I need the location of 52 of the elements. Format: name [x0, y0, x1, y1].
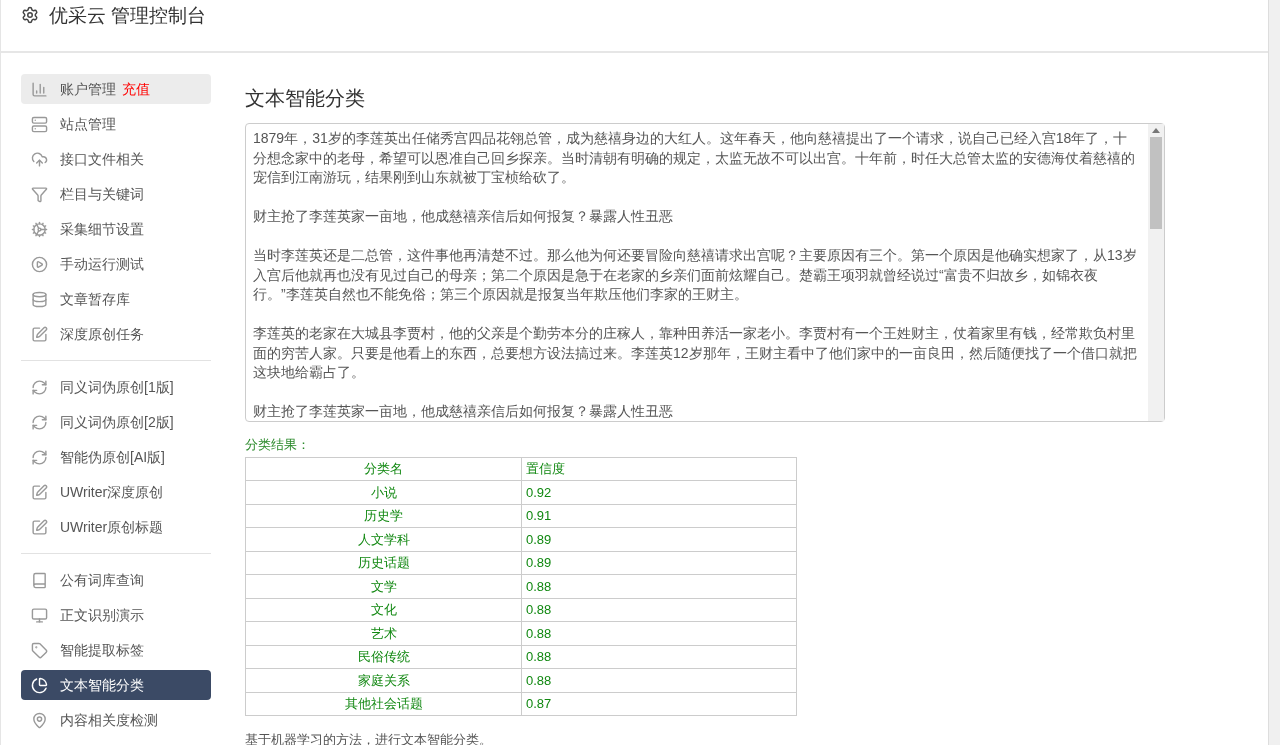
- refresh-icon: [31, 448, 48, 466]
- table-cell: 人文学科: [245, 527, 522, 551]
- bar-chart-icon: [31, 80, 48, 98]
- app-title: 优采云 管理控制台: [49, 4, 207, 28]
- table-cell: 艺术: [245, 621, 522, 645]
- sidebar-item[interactable]: 文本智能分类: [21, 670, 211, 700]
- table-cell: 历史学: [245, 504, 522, 528]
- edit-icon: [31, 518, 48, 536]
- table-cell: 0.88: [521, 598, 797, 622]
- refresh-icon: [31, 413, 48, 431]
- pie-chart-icon: [31, 676, 48, 694]
- tag-icon: [31, 641, 48, 659]
- monitor-icon: [31, 606, 48, 624]
- table-cell: 家庭关系: [245, 668, 522, 692]
- result-label: 分类结果：: [245, 436, 311, 454]
- filter-icon: [31, 185, 48, 203]
- table-cell: 其他社会话题: [245, 692, 522, 716]
- column-header: 分类名: [245, 457, 522, 481]
- table-cell: 0.87: [521, 692, 797, 716]
- text-input-area[interactable]: 1879年，31岁的李莲英出任储秀宫四品花翎总管，成为慈禧身边的大红人。这年春天，他向慈禧提出了一个请求，说自己已经入宫18年了，十分想念家中的老母，希望可以恩准自己回乡探亲。当时清朝有明确的规定，太监无故不可以出宫。十年前，时任大总管太监的安德海仗着慈禧的宠信到江南游玩，结果刚到山东就被丁宝桢给砍了。 财主抢了李莲英家一亩地，他成慈禧亲信后如何报复？暴露人性丑恶 当时李莲英还是二总管，这件事他再清楚不过。那么他为何还要冒险向慈禧请求出宫呢？主要原因有三个。第一个原因是他确实想家了，从13岁入宫后他就再也没有见过自己的母亲；第二个原因是急于在老家的乡亲们面前炫耀自己。楚霸王项羽就曾经说过“富贵不归故乡，如锦衣夜行。”李莲英自然也不能免俗；第三个原因就是报复当年欺压他们李家的王财主。 李莲英的老家在大城县李贾村，他的父亲是个勤劳本分的庄稼人，靠种田养活一家老小。李贾村有一个王姓财主，仗着家里有钱，经常欺负村里面的穷苦人家。只要是他看上的东西，总要想方设法搞过来。李莲英12岁那年，王财主看中了他们家中的一亩良田，然后随便找了一个借口就把这块地给霸占了。 财主抢了李莲英家一亩地，他成慈禧亲信后如何报复？暴露人性丑恶: [245, 123, 1165, 422]
- column-header: 置信度: [521, 457, 797, 481]
- table-cell: 0.88: [521, 621, 797, 645]
- table-cell: 0.88: [521, 645, 797, 669]
- table-cell: 文化: [245, 598, 522, 622]
- table-cell: 历史话题: [245, 551, 522, 575]
- table-cell: 民俗传统: [245, 645, 522, 669]
- refresh-icon: [31, 378, 48, 396]
- table-cell: 0.92: [521, 480, 797, 504]
- cloud-upload-icon: [31, 150, 48, 168]
- database-icon: [31, 290, 48, 308]
- table-cell: 0.89: [521, 527, 797, 551]
- sidebar-item[interactable]: 账户管理 充值: [21, 74, 211, 104]
- table-cell: 0.88: [521, 574, 797, 598]
- table-cell: 文学: [245, 574, 522, 598]
- settings-icon: [21, 6, 39, 24]
- pin-icon: [31, 711, 48, 729]
- scroll-up-arrow-icon[interactable]: [1152, 128, 1160, 133]
- scrollbar[interactable]: [1148, 124, 1164, 421]
- edit-icon: [31, 483, 48, 501]
- table-cell: 0.91: [521, 504, 797, 528]
- edit-icon: [31, 325, 48, 343]
- table-cell: 0.88: [521, 668, 797, 692]
- page-title: 文本智能分类: [245, 86, 366, 111]
- scroll-thumb[interactable]: [1150, 137, 1162, 229]
- play-icon: [31, 255, 48, 273]
- table-cell: 0.89: [521, 551, 797, 575]
- server-icon: [31, 115, 48, 133]
- table-cell: 小说: [245, 480, 522, 504]
- book-icon: [31, 571, 48, 589]
- gears-icon: [31, 220, 48, 238]
- footnote-text: 基于机器学习的方法，进行文本智能分类。: [245, 731, 493, 745]
- recharge-label: 充值: [122, 80, 150, 97]
